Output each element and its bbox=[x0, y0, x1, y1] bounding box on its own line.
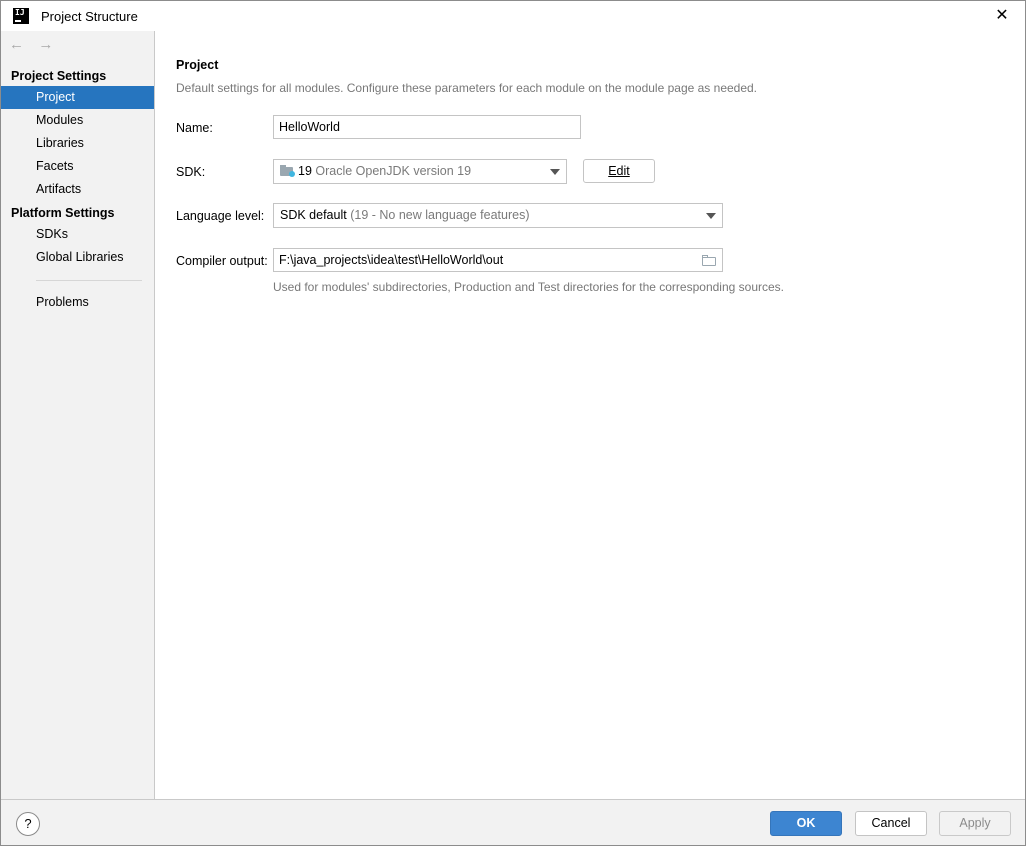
page-title: Project bbox=[176, 58, 219, 72]
sdk-folder-icon bbox=[280, 165, 295, 177]
sidebar-item-problems[interactable]: Problems bbox=[1, 291, 154, 314]
sdk-label: SDK: bbox=[176, 165, 206, 179]
page-description: Default settings for all modules. Config… bbox=[176, 81, 758, 95]
sidebar-item-artifacts[interactable]: Artifacts bbox=[1, 178, 154, 201]
language-level-dropdown[interactable]: SDK default (19 - No new language featur… bbox=[273, 203, 723, 228]
sdk-version: 19 bbox=[298, 164, 312, 178]
dialog-footer: ? OK Cancel Apply bbox=[1, 799, 1025, 845]
project-name-field[interactable]: HelloWorld bbox=[273, 115, 581, 139]
sidebar-group-platform-settings: Platform Settings bbox=[11, 206, 115, 220]
title-bar: IJ Project Structure ✕ bbox=[1, 1, 1025, 31]
compiler-output-field[interactable]: F:\java_projects\idea\test\HelloWorld\ou… bbox=[273, 248, 723, 272]
help-icon[interactable]: ? bbox=[16, 812, 40, 836]
sidebar-divider bbox=[36, 280, 142, 281]
language-level-value: SDK default bbox=[280, 208, 347, 222]
compiler-output-hint: Used for modules' subdirectories, Produc… bbox=[273, 280, 784, 294]
sidebar-item-facets[interactable]: Facets bbox=[1, 155, 154, 178]
language-level-label: Language level: bbox=[176, 209, 265, 223]
browse-folder-icon[interactable] bbox=[702, 255, 716, 266]
ok-button[interactable]: OK bbox=[770, 811, 842, 836]
edit-button-label: Edit bbox=[608, 164, 630, 178]
sidebar-item-global-libraries[interactable]: Global Libraries bbox=[1, 246, 154, 269]
window-title: Project Structure bbox=[41, 9, 138, 24]
intellij-logo-icon: IJ bbox=[13, 8, 29, 24]
forward-arrow-icon[interactable]: → bbox=[38, 36, 64, 53]
main-panel: Project Default settings for all modules… bbox=[156, 31, 1025, 799]
cancel-button[interactable]: Cancel bbox=[855, 811, 927, 836]
sidebar-item-project[interactable]: Project bbox=[1, 86, 154, 109]
close-icon[interactable]: ✕ bbox=[979, 1, 1025, 31]
sidebar-item-libraries[interactable]: Libraries bbox=[1, 132, 154, 155]
chevron-down-icon bbox=[706, 213, 716, 219]
compiler-output-label: Compiler output: bbox=[176, 254, 268, 268]
language-level-detail: (19 - No new language features) bbox=[350, 208, 530, 222]
edit-sdk-button[interactable]: Edit bbox=[583, 159, 655, 183]
sidebar-item-modules[interactable]: Modules bbox=[1, 109, 154, 132]
apply-button[interactable]: Apply bbox=[939, 811, 1011, 836]
back-arrow-icon[interactable]: ← bbox=[9, 36, 35, 53]
sidebar: ← → Project Settings Project Modules Lib… bbox=[1, 31, 155, 799]
sidebar-item-sdks[interactable]: SDKs bbox=[1, 223, 154, 246]
compiler-output-value: F:\java_projects\idea\test\HelloWorld\ou… bbox=[279, 253, 504, 267]
sidebar-group-project-settings: Project Settings bbox=[11, 69, 107, 83]
project-structure-dialog: IJ Project Structure ✕ ← → Project Setti… bbox=[0, 0, 1026, 846]
name-label: Name: bbox=[176, 121, 213, 135]
nav-arrows: ← → bbox=[9, 36, 64, 54]
sdk-name: Oracle OpenJDK version 19 bbox=[315, 164, 472, 178]
chevron-down-icon bbox=[550, 169, 560, 175]
sdk-dropdown[interactable]: 19 Oracle OpenJDK version 19 bbox=[273, 159, 567, 184]
